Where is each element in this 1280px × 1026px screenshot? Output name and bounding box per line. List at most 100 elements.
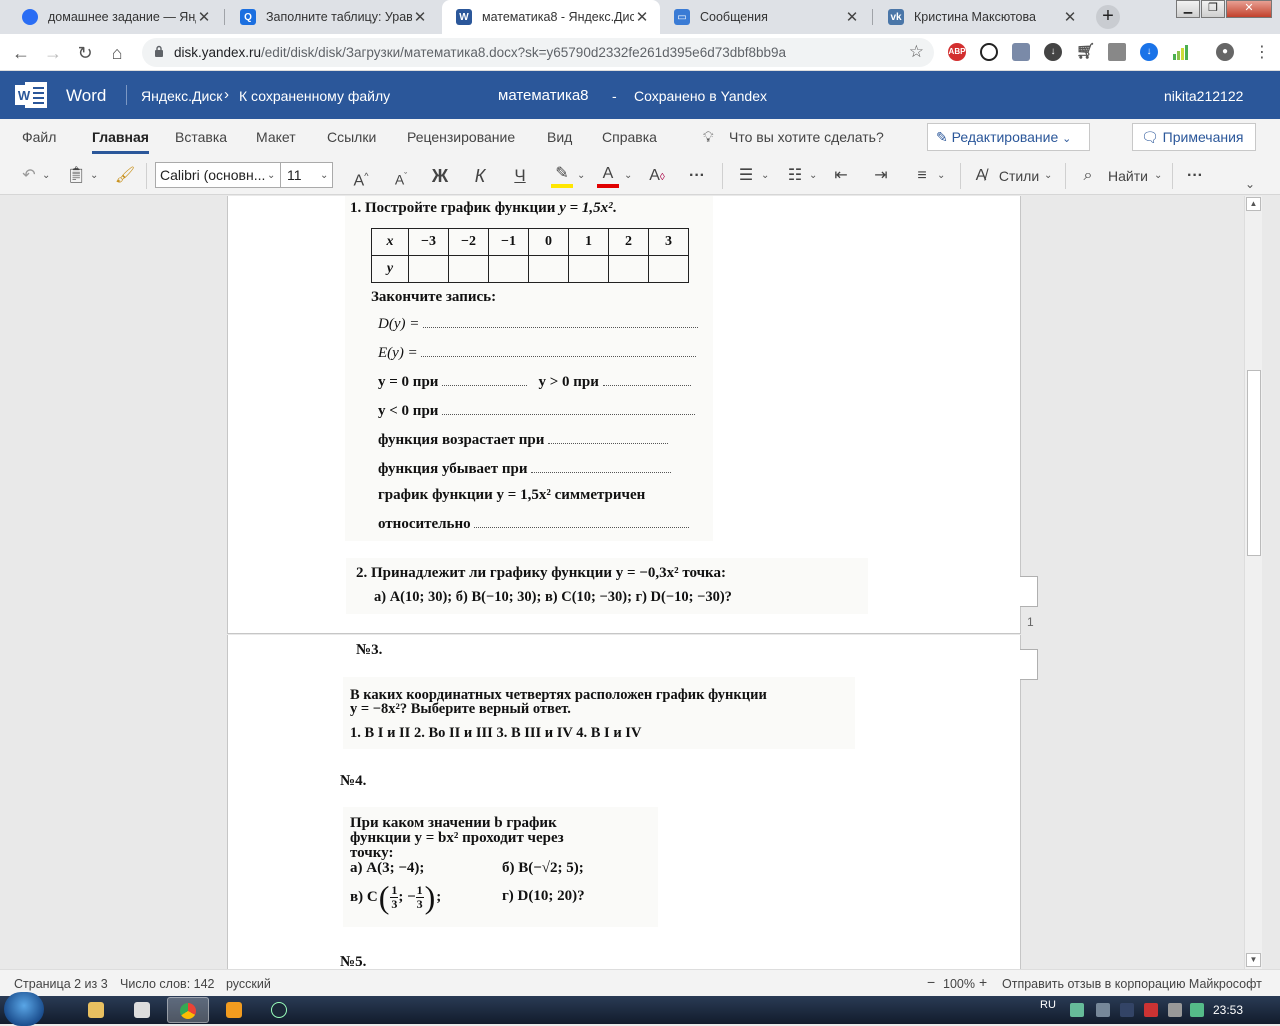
tab-references[interactable]: Ссылки bbox=[327, 129, 376, 145]
close-icon[interactable]: ✕ bbox=[196, 8, 212, 26]
tab-help[interactable]: Справка bbox=[602, 129, 657, 145]
decrease-indent-icon[interactable]: ⇤ bbox=[830, 164, 852, 188]
chevron-down-icon[interactable]: ⌄ bbox=[1154, 170, 1162, 181]
download-circle-icon[interactable]: ↓ bbox=[1140, 43, 1158, 61]
cart-icon[interactable]: 🛒︎ bbox=[1076, 43, 1095, 61]
keyboard-language[interactable]: RU bbox=[1040, 999, 1056, 1011]
minimize-button[interactable]: ▁ bbox=[1176, 0, 1200, 18]
tab-file[interactable]: Файл bbox=[22, 129, 56, 145]
chevron-down-icon[interactable]: ⌄ bbox=[809, 170, 817, 181]
clear-formatting-icon[interactable]: A◊ bbox=[646, 164, 668, 188]
chrome-taskbar-button[interactable] bbox=[167, 997, 209, 1023]
scrollbar-thumb[interactable] bbox=[1247, 370, 1261, 556]
tab-home[interactable]: Главная bbox=[92, 129, 149, 154]
tab-math8-active[interactable]: W математика8 - Яндекс.Диск ✕ bbox=[442, 0, 660, 34]
chart-icon[interactable] bbox=[1172, 43, 1190, 61]
zoom-out-button[interactable]: − bbox=[927, 974, 935, 990]
feedback-link[interactable]: Отправить отзыв в корпорацию Майкрософт bbox=[1002, 977, 1262, 991]
chevron-down-icon[interactable]: ⌄ bbox=[624, 170, 632, 181]
more-options-icon[interactable]: ··· bbox=[1182, 164, 1208, 188]
find-icon[interactable]: ⌕ bbox=[1077, 164, 1099, 188]
chevron-down-icon[interactable]: ⌄ bbox=[320, 170, 328, 181]
tell-me-search[interactable]: Что вы хотите сделать? bbox=[729, 129, 884, 145]
styles-icon[interactable]: A̸ bbox=[970, 164, 992, 188]
volume-icon[interactable] bbox=[1168, 1003, 1182, 1017]
chevron-down-icon[interactable]: ⌄ bbox=[42, 170, 50, 181]
abp-icon[interactable]: ABP bbox=[948, 43, 966, 61]
launcher-taskbar-button[interactable] bbox=[214, 997, 256, 1023]
scroll-up-icon[interactable]: ▲ bbox=[1246, 197, 1261, 211]
editing-mode-button[interactable]: ✎ Редактирование ⌄ bbox=[927, 123, 1090, 151]
folder-icon[interactable] bbox=[1108, 43, 1126, 61]
chevron-down-icon[interactable]: ⌄ bbox=[1044, 170, 1052, 181]
comments-button[interactable]: 🗨︎ Примечания bbox=[1132, 123, 1256, 151]
document-page[interactable]: №3. В каких координатных четвертях распо… bbox=[227, 635, 1021, 969]
highlight-icon[interactable]: ✎ bbox=[551, 164, 573, 188]
bold-button[interactable]: Ж bbox=[428, 164, 452, 188]
tab-vk-profile[interactable]: vk Кристина Максютова ✕ bbox=[874, 0, 1088, 34]
back-arrow-icon[interactable]: ← bbox=[8, 40, 34, 66]
tray-icon[interactable] bbox=[1070, 1003, 1084, 1017]
close-icon[interactable]: ✕ bbox=[1062, 8, 1078, 26]
battery-icon[interactable] bbox=[1190, 1003, 1204, 1017]
collapse-ribbon-icon[interactable]: ⌄ bbox=[1245, 177, 1255, 191]
word-logo-icon[interactable]: W bbox=[15, 80, 49, 110]
chevron-down-icon[interactable]: ⌄ bbox=[577, 170, 585, 181]
tab-review[interactable]: Рецензирование bbox=[407, 129, 515, 145]
network-icon[interactable] bbox=[1096, 1003, 1110, 1017]
underline-button[interactable]: Ч bbox=[509, 164, 531, 188]
scroll-down-icon[interactable]: ▼ bbox=[1246, 953, 1261, 967]
chevron-down-icon[interactable]: ⌄ bbox=[90, 170, 98, 181]
find-button[interactable]: Найти bbox=[1106, 164, 1150, 188]
clipboard-icon[interactable]: 📋︎ bbox=[66, 164, 86, 188]
zoom-in-button[interactable]: + bbox=[979, 974, 987, 990]
grow-font-icon[interactable]: A^ bbox=[350, 164, 372, 189]
tab-yandex-homework[interactable]: домашнее задание — Яндекс ✕ bbox=[8, 0, 222, 34]
tab-layout[interactable]: Макет bbox=[256, 129, 296, 145]
explorer-taskbar-button[interactable] bbox=[76, 997, 118, 1023]
chevron-down-icon[interactable]: ⌄ bbox=[267, 170, 275, 181]
search-icon[interactable] bbox=[980, 43, 998, 61]
italic-button[interactable]: К bbox=[470, 164, 490, 188]
align-icon[interactable]: ≡ bbox=[911, 164, 933, 188]
close-icon[interactable]: ✕ bbox=[634, 8, 650, 26]
antivirus-icon[interactable] bbox=[1144, 1003, 1158, 1017]
numbered-list-icon[interactable]: ☷ bbox=[784, 164, 806, 188]
breadcrumb-saved-file[interactable]: К сохраненному файлу bbox=[239, 88, 390, 104]
chevron-down-icon[interactable]: ⌄ bbox=[937, 170, 945, 181]
steam-tray-icon[interactable] bbox=[1120, 1003, 1134, 1017]
bullet-list-icon[interactable]: ☰ bbox=[735, 164, 757, 188]
tab-fill-table[interactable]: Q Заполните таблицу: Уравне ✕ bbox=[226, 0, 438, 34]
clock[interactable]: 23:53 bbox=[1213, 1003, 1243, 1017]
menu-kebab-icon[interactable]: ⋮ bbox=[1254, 42, 1270, 62]
forward-arrow-icon[interactable]: → bbox=[40, 40, 66, 66]
close-icon[interactable]: ✕ bbox=[412, 8, 428, 26]
tab-view[interactable]: Вид bbox=[547, 129, 572, 145]
language-indicator[interactable]: русский bbox=[226, 977, 271, 991]
new-tab-button[interactable]: + bbox=[1096, 5, 1120, 29]
start-button[interactable] bbox=[4, 992, 44, 1026]
tab-messages[interactable]: ▭ Сообщения ✕ bbox=[660, 0, 870, 34]
close-window-button[interactable]: ✕ bbox=[1226, 0, 1272, 18]
document-canvas[interactable]: 1. Постройте график функции y = 1,5x². x… bbox=[0, 196, 1280, 969]
format-painter-icon[interactable]: 🖌︎ bbox=[114, 164, 136, 188]
home-icon[interactable]: ⌂ bbox=[104, 40, 130, 66]
puzzle-icon[interactable] bbox=[1012, 43, 1030, 61]
address-bar[interactable]: disk.yandex.ru/edit/disk/disk/Загрузки/м… bbox=[142, 38, 934, 67]
font-color-icon[interactable]: A bbox=[597, 164, 619, 188]
document-title[interactable]: математика8 bbox=[498, 87, 589, 104]
more-options-icon[interactable]: ··· bbox=[684, 164, 710, 188]
user-account[interactable]: nikita212122 bbox=[1164, 88, 1243, 104]
comment-marker[interactable] bbox=[1020, 576, 1038, 607]
maximize-button[interactable]: ❐ bbox=[1201, 0, 1225, 18]
app-taskbar-button[interactable] bbox=[122, 997, 164, 1023]
close-icon[interactable]: ✕ bbox=[844, 8, 860, 26]
undo-icon[interactable]: ↶ bbox=[18, 164, 40, 188]
bookmark-star-icon[interactable]: ☆ bbox=[909, 42, 924, 62]
comment-marker[interactable] bbox=[1020, 649, 1038, 680]
increase-indent-icon[interactable]: ⇥ bbox=[870, 164, 892, 188]
styles-button[interactable]: Стили bbox=[998, 164, 1040, 188]
profile-icon[interactable]: ● bbox=[1216, 43, 1234, 61]
vertical-scrollbar[interactable]: ▲ ▼ bbox=[1244, 196, 1262, 969]
steam-taskbar-button[interactable] bbox=[259, 997, 301, 1023]
